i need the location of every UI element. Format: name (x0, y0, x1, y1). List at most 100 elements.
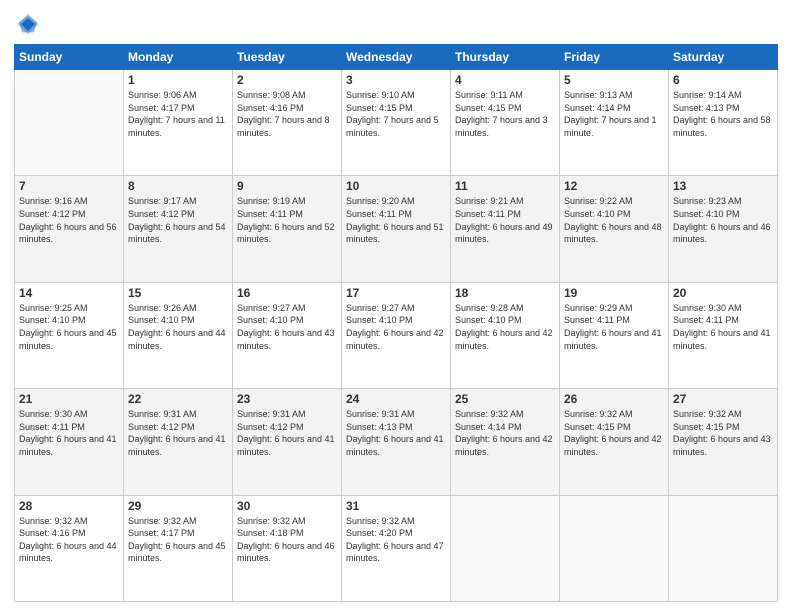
weekday-header: Friday (560, 45, 669, 70)
day-number: 25 (455, 392, 555, 406)
calendar-cell: 3 Sunrise: 9:10 AMSunset: 4:15 PMDaylight… (342, 70, 451, 176)
calendar-week-row: 21 Sunrise: 9:30 AMSunset: 4:11 PMDayligh… (15, 389, 778, 495)
day-info: Sunrise: 9:20 AMSunset: 4:11 PMDaylight:… (346, 195, 446, 245)
day-number: 26 (564, 392, 664, 406)
calendar-cell: 16Sunrise: 9:27 AMSunset: 4:10 PMDayligh… (233, 282, 342, 388)
day-number: 18 (455, 286, 555, 300)
calendar-cell: 29 Sunrise: 9:32 AMSunset: 4:17 PMDayligh… (124, 495, 233, 601)
day-number: 12 (564, 179, 664, 193)
calendar-cell: 12 Sunrise: 9:22 AMSunset: 4:10 PMDayligh… (560, 176, 669, 282)
day-number: 13 (673, 179, 773, 193)
weekday-header: Saturday (669, 45, 778, 70)
calendar-cell: 1Sunrise: 9:06 AMSunset: 4:17 PMDaylight… (124, 70, 233, 176)
calendar-cell: 5Sunrise: 9:13 AMSunset: 4:14 PMDaylight… (560, 70, 669, 176)
calendar: SundayMondayTuesdayWednesdayThursdayFrid… (14, 44, 778, 602)
day-info: Sunrise: 9:29 AMSunset: 4:11 PMDaylight:… (564, 302, 664, 352)
logo-icon (14, 10, 42, 38)
calendar-week-row: 1Sunrise: 9:06 AMSunset: 4:17 PMDaylight… (15, 70, 778, 176)
calendar-week-row: 28 Sunrise: 9:32 AMSunset: 4:16 PMDayligh… (15, 495, 778, 601)
day-info: Sunrise: 9:26 AMSunset: 4:10 PMDaylight:… (128, 302, 228, 352)
calendar-cell: 27Sunrise: 9:32 AMSunset: 4:15 PMDayligh… (669, 389, 778, 495)
weekday-header: Monday (124, 45, 233, 70)
calendar-cell (669, 495, 778, 601)
calendar-cell: 4 Sunrise: 9:11 AMSunset: 4:15 PMDaylight… (451, 70, 560, 176)
day-info: Sunrise: 9:32 AMSunset: 4:20 PMDaylight:… (346, 515, 446, 565)
calendar-cell: 18 Sunrise: 9:28 AMSunset: 4:10 PMDayligh… (451, 282, 560, 388)
day-number: 20 (673, 286, 773, 300)
day-number: 1 (128, 73, 228, 87)
calendar-cell (560, 495, 669, 601)
logo (14, 10, 44, 38)
day-number: 9 (237, 179, 337, 193)
calendar-cell: 14 Sunrise: 9:25 AMSunset: 4:10 PMDayligh… (15, 282, 124, 388)
calendar-cell: 31 Sunrise: 9:32 AMSunset: 4:20 PMDayligh… (342, 495, 451, 601)
day-info: Sunrise: 9:23 AMSunset: 4:10 PMDaylight:… (673, 195, 773, 245)
day-number: 14 (19, 286, 119, 300)
calendar-cell: 28 Sunrise: 9:32 AMSunset: 4:16 PMDayligh… (15, 495, 124, 601)
calendar-week-row: 14 Sunrise: 9:25 AMSunset: 4:10 PMDayligh… (15, 282, 778, 388)
day-number: 10 (346, 179, 446, 193)
day-number: 23 (237, 392, 337, 406)
day-number: 28 (19, 499, 119, 513)
day-info: Sunrise: 9:32 AMSunset: 4:14 PMDaylight:… (455, 408, 555, 458)
weekday-header: Tuesday (233, 45, 342, 70)
calendar-cell: 13 Sunrise: 9:23 AMSunset: 4:10 PMDayligh… (669, 176, 778, 282)
calendar-cell: 6Sunrise: 9:14 AMSunset: 4:13 PMDaylight… (669, 70, 778, 176)
day-info: Sunrise: 9:19 AMSunset: 4:11 PMDaylight:… (237, 195, 337, 245)
calendar-week-row: 7 Sunrise: 9:16 AMSunset: 4:12 PMDaylight… (15, 176, 778, 282)
calendar-cell: 2Sunrise: 9:08 AMSunset: 4:16 PMDaylight… (233, 70, 342, 176)
day-info: Sunrise: 9:17 AMSunset: 4:12 PMDaylight:… (128, 195, 228, 245)
weekday-header: Wednesday (342, 45, 451, 70)
calendar-cell: 7 Sunrise: 9:16 AMSunset: 4:12 PMDaylight… (15, 176, 124, 282)
day-info: Sunrise: 9:13 AMSunset: 4:14 PMDaylight:… (564, 89, 664, 139)
day-number: 21 (19, 392, 119, 406)
day-info: Sunrise: 9:16 AMSunset: 4:12 PMDaylight:… (19, 195, 119, 245)
day-info: Sunrise: 9:31 AMSunset: 4:12 PMDaylight:… (128, 408, 228, 458)
day-info: Sunrise: 9:30 AMSunset: 4:11 PMDaylight:… (673, 302, 773, 352)
day-info: Sunrise: 9:10 AMSunset: 4:15 PMDaylight:… (346, 89, 446, 139)
day-number: 7 (19, 179, 119, 193)
weekday-header: Thursday (451, 45, 560, 70)
day-info: Sunrise: 9:32 AMSunset: 4:18 PMDaylight:… (237, 515, 337, 565)
day-number: 2 (237, 73, 337, 87)
calendar-body: 1Sunrise: 9:06 AMSunset: 4:17 PMDaylight… (15, 70, 778, 602)
calendar-cell: 17Sunrise: 9:27 AMSunset: 4:10 PMDayligh… (342, 282, 451, 388)
day-info: Sunrise: 9:32 AMSunset: 4:15 PMDaylight:… (673, 408, 773, 458)
day-number: 29 (128, 499, 228, 513)
day-number: 30 (237, 499, 337, 513)
calendar-header: SundayMondayTuesdayWednesdayThursdayFrid… (15, 45, 778, 70)
calendar-cell: 22 Sunrise: 9:31 AMSunset: 4:12 PMDayligh… (124, 389, 233, 495)
calendar-cell: 25 Sunrise: 9:32 AMSunset: 4:14 PMDayligh… (451, 389, 560, 495)
day-info: Sunrise: 9:25 AMSunset: 4:10 PMDaylight:… (19, 302, 119, 352)
day-number: 11 (455, 179, 555, 193)
calendar-cell: 30 Sunrise: 9:32 AMSunset: 4:18 PMDayligh… (233, 495, 342, 601)
day-number: 15 (128, 286, 228, 300)
day-info: Sunrise: 9:27 AMSunset: 4:10 PMDaylight:… (237, 302, 337, 352)
calendar-cell: 10 Sunrise: 9:20 AMSunset: 4:11 PMDayligh… (342, 176, 451, 282)
calendar-cell: 21 Sunrise: 9:30 AMSunset: 4:11 PMDayligh… (15, 389, 124, 495)
day-info: Sunrise: 9:32 AMSunset: 4:17 PMDaylight:… (128, 515, 228, 565)
calendar-cell: 11Sunrise: 9:21 AMSunset: 4:11 PMDayligh… (451, 176, 560, 282)
day-number: 6 (673, 73, 773, 87)
header (14, 10, 778, 38)
calendar-cell (15, 70, 124, 176)
calendar-cell: 24Sunrise: 9:31 AMSunset: 4:13 PMDayligh… (342, 389, 451, 495)
day-number: 4 (455, 73, 555, 87)
day-info: Sunrise: 9:32 AMSunset: 4:16 PMDaylight:… (19, 515, 119, 565)
day-info: Sunrise: 9:11 AMSunset: 4:15 PMDaylight:… (455, 89, 555, 139)
calendar-cell: 19 Sunrise: 9:29 AMSunset: 4:11 PMDayligh… (560, 282, 669, 388)
day-info: Sunrise: 9:27 AMSunset: 4:10 PMDaylight:… (346, 302, 446, 352)
day-number: 19 (564, 286, 664, 300)
calendar-cell: 26Sunrise: 9:32 AMSunset: 4:15 PMDayligh… (560, 389, 669, 495)
day-number: 22 (128, 392, 228, 406)
calendar-cell (451, 495, 560, 601)
day-info: Sunrise: 9:30 AMSunset: 4:11 PMDaylight:… (19, 408, 119, 458)
day-info: Sunrise: 9:28 AMSunset: 4:10 PMDaylight:… (455, 302, 555, 352)
day-number: 31 (346, 499, 446, 513)
day-info: Sunrise: 9:31 AMSunset: 4:12 PMDaylight:… (237, 408, 337, 458)
day-info: Sunrise: 9:22 AMSunset: 4:10 PMDaylight:… (564, 195, 664, 245)
calendar-cell: 15 Sunrise: 9:26 AMSunset: 4:10 PMDayligh… (124, 282, 233, 388)
calendar-cell: 23 Sunrise: 9:31 AMSunset: 4:12 PMDayligh… (233, 389, 342, 495)
day-number: 3 (346, 73, 446, 87)
weekday-header: Sunday (15, 45, 124, 70)
